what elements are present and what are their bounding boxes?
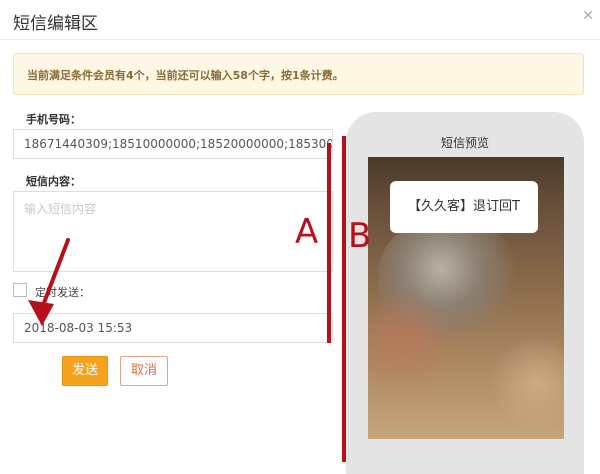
- annotation-arrow: [28, 238, 70, 326]
